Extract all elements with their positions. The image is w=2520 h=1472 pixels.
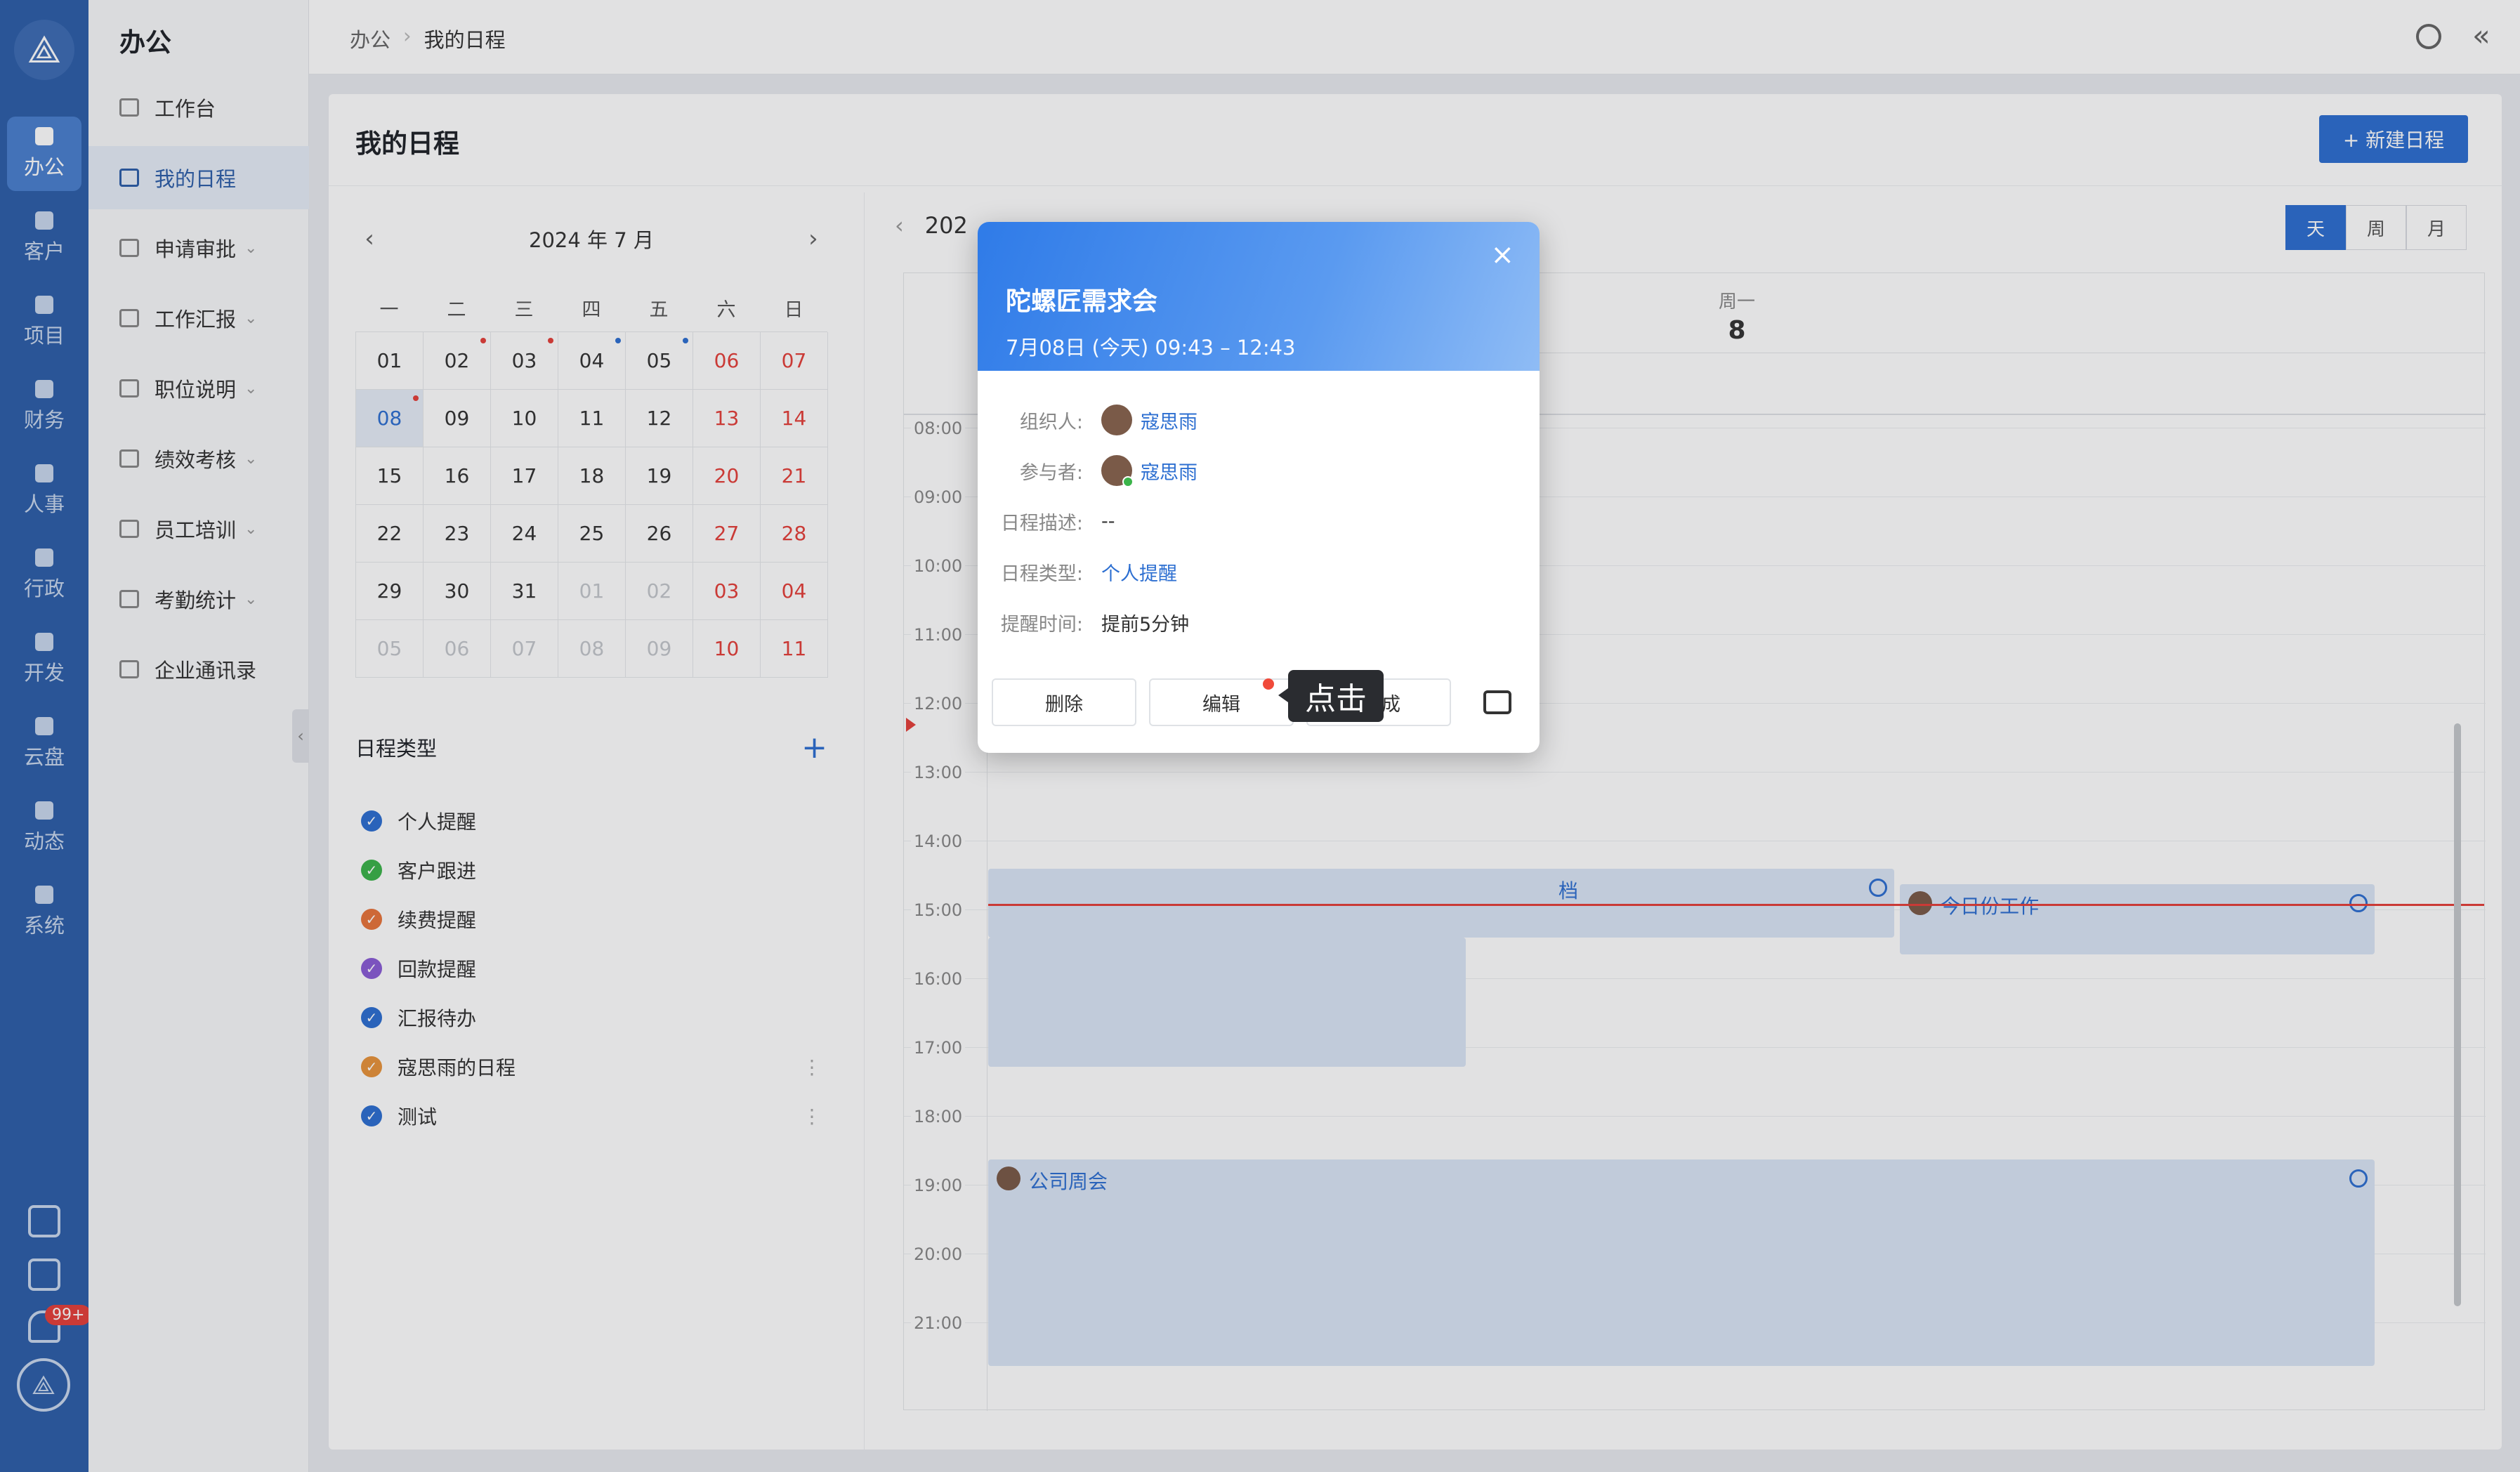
modal-title: 陀螺匠需求会: [1006, 287, 1158, 316]
participant-link[interactable]: 寇思雨: [1141, 457, 1197, 485]
field-label: 日程类型:: [1000, 563, 1083, 585]
modal-subtitle: 7月08日 (今天) 09:43 – 12:43: [1006, 336, 1296, 360]
tooltip-arrow: [1278, 688, 1288, 702]
avatar: [1101, 405, 1132, 435]
close-icon[interactable]: ×: [1490, 239, 1514, 271]
modal-header: 陀螺匠需求会 7月08日 (今天) 09:43 – 12:43 ×: [978, 222, 1540, 371]
description-value: --: [1101, 510, 1115, 532]
participant-row: 参与者: 寇思雨: [978, 445, 1540, 496]
avatar: [1101, 455, 1134, 487]
field-label: 参与者:: [1019, 461, 1083, 484]
delete-button[interactable]: 删除: [992, 678, 1136, 726]
organizer-row: 组织人: 寇思雨: [978, 395, 1540, 445]
comment-icon[interactable]: [1483, 690, 1511, 714]
type-row: 日程类型: 个人提醒: [978, 546, 1540, 597]
reminder-value: 提前5分钟: [1101, 613, 1190, 636]
online-status-icon: [1122, 476, 1134, 487]
field-label: 提醒时间:: [1000, 613, 1083, 636]
modal-footer: 删除 编辑 完成: [992, 678, 1525, 726]
description-row: 日程描述: --: [978, 496, 1540, 546]
field-label: 日程描述:: [1000, 512, 1083, 534]
click-tooltip: 点击: [1288, 670, 1384, 722]
reminder-row: 提醒时间: 提前5分钟: [978, 597, 1540, 648]
field-label: 组织人:: [1019, 411, 1083, 433]
event-detail-modal: 陀螺匠需求会 7月08日 (今天) 09:43 – 12:43 × 组织人: 寇…: [978, 222, 1540, 753]
type-value: 个人提醒: [1101, 563, 1177, 585]
click-indicator-dot: [1263, 678, 1274, 690]
modal-body: 组织人: 寇思雨 参与者: 寇思雨 日程描述: -- 日程类型: 个人提醒 提醒…: [978, 371, 1540, 648]
organizer-link[interactable]: 寇思雨: [1141, 407, 1197, 434]
